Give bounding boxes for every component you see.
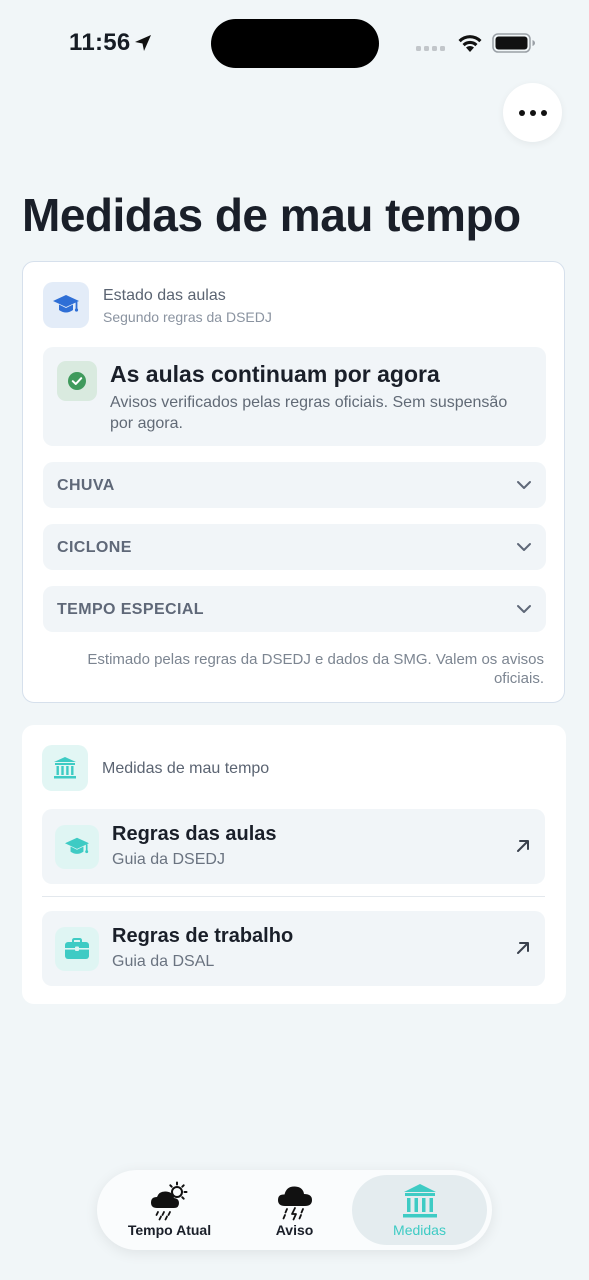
briefcase-icon xyxy=(65,938,89,959)
accordion-ciclone[interactable]: CICLONE xyxy=(43,524,546,570)
status-title: As aulas continuam por agora xyxy=(110,361,440,387)
class-status-subtitle: Segundo regras da DSEDJ xyxy=(103,309,272,325)
more-dot-icon xyxy=(540,109,547,116)
status-time: 11:56 xyxy=(69,29,131,56)
sun-cloud-rain-icon xyxy=(150,1181,187,1221)
graduation-cap-icon xyxy=(65,837,89,854)
accordion-chuva[interactable]: CHUVA xyxy=(43,462,546,508)
link-title: Regras das aulas xyxy=(112,823,277,845)
link-regras-aulas[interactable]: Regras das aulas Guia da DSEDJ xyxy=(42,809,545,884)
accordion-label: CICLONE xyxy=(57,539,132,556)
battery-icon xyxy=(492,33,535,53)
check-circle-icon xyxy=(68,372,86,390)
dynamic-island xyxy=(211,19,379,68)
link-subtitle: Guia da DSAL xyxy=(112,953,215,970)
status-check-box xyxy=(57,361,97,401)
measures-card: Medidas de mau tempo Regras das aulas Gu… xyxy=(22,725,566,1004)
more-dot-icon xyxy=(529,109,536,116)
chevron-down-icon xyxy=(517,481,531,489)
accordion-label: TEMPO ESPECIAL xyxy=(57,601,204,618)
class-status-icon-box xyxy=(43,282,89,328)
location-arrow-icon xyxy=(135,35,151,51)
status-summary: As aulas continuam por agora Avisos veri… xyxy=(43,347,546,446)
more-options-button[interactable] xyxy=(503,83,562,142)
status-bar: 11:56 xyxy=(0,0,589,90)
class-status-card: Estado das aulas Segundo regras da DSEDJ… xyxy=(22,261,565,703)
tab-aviso[interactable]: Aviso xyxy=(227,1175,362,1245)
link-icon-box xyxy=(55,825,99,869)
link-subtitle: Guia da DSEDJ xyxy=(112,851,225,868)
link-regras-trabalho[interactable]: Regras de trabalho Guia da DSAL xyxy=(42,911,545,986)
class-status-title: Estado das aulas xyxy=(103,287,226,304)
external-arrow-icon xyxy=(517,942,529,954)
status-description: Avisos verificados pelas regras oficiais… xyxy=(110,394,508,432)
tab-label: Tempo Atual xyxy=(127,1222,212,1238)
link-title: Regras de trabalho xyxy=(112,925,294,947)
wifi-icon xyxy=(458,35,482,52)
external-arrow-icon xyxy=(517,840,529,852)
tab-label: Aviso xyxy=(275,1222,314,1238)
chevron-down-icon xyxy=(517,605,531,613)
tab-label: Medidas xyxy=(393,1222,446,1238)
link-icon-box xyxy=(55,927,99,971)
institution-icon xyxy=(54,757,76,779)
accordion-tempo-especial[interactable]: TEMPO ESPECIAL xyxy=(43,586,546,632)
chevron-down-icon xyxy=(517,543,531,551)
accordion-label: CHUVA xyxy=(57,477,115,494)
storm-cloud-icon xyxy=(277,1186,312,1221)
tab-medidas[interactable]: Medidas xyxy=(352,1175,487,1245)
graduation-cap-icon xyxy=(53,295,79,313)
cellular-signal-icon xyxy=(416,46,445,51)
tab-bar: Tempo Atual Aviso Medidas xyxy=(97,1170,492,1250)
more-dot-icon xyxy=(518,109,525,116)
divider xyxy=(42,896,545,897)
measures-icon-box xyxy=(42,745,88,791)
institution-icon xyxy=(402,1184,437,1218)
footnote: Estimado pelas regras da DSEDJ e dados d… xyxy=(87,651,544,687)
page-title: Medidas de mau tempo xyxy=(22,189,521,241)
tab-tempo-atual[interactable]: Tempo Atual xyxy=(102,1175,237,1245)
measures-title: Medidas de mau tempo xyxy=(102,760,270,777)
